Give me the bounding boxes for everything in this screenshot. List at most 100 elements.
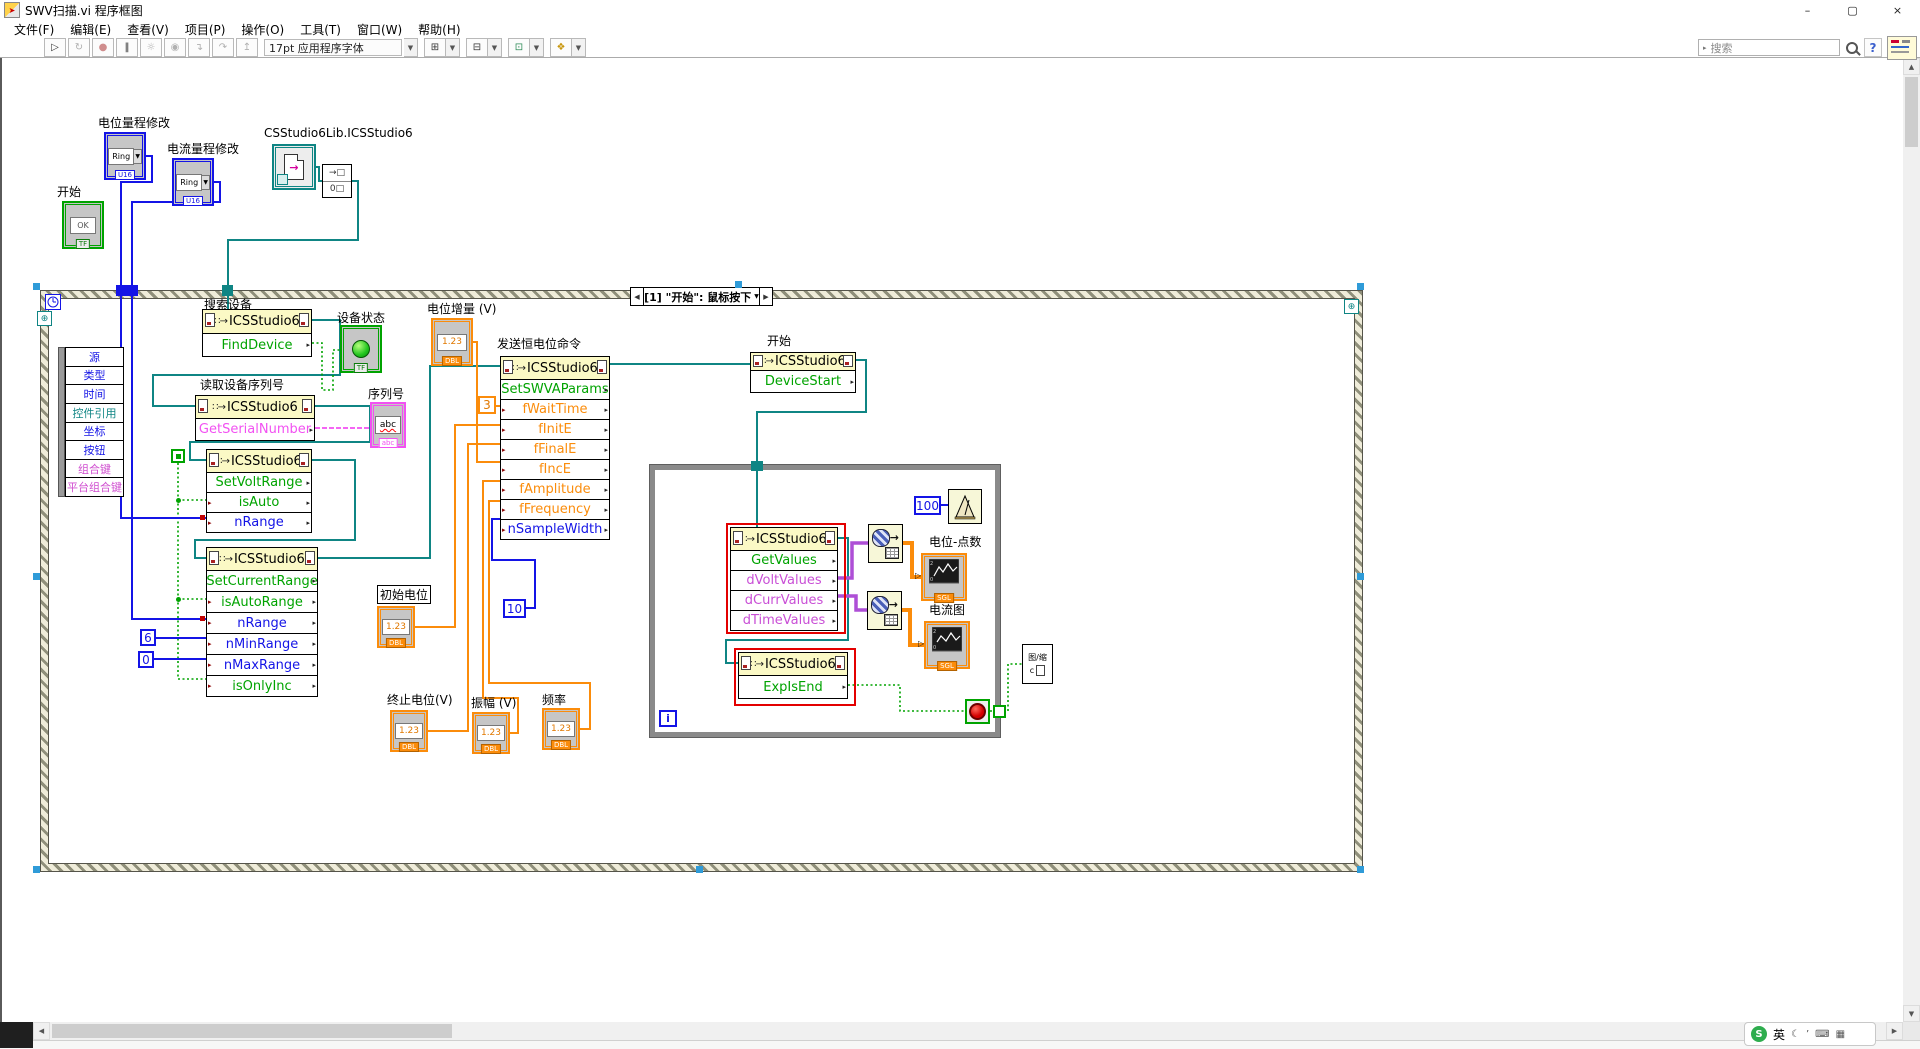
method-row[interactable]: SetVoltRange	[207, 472, 311, 492]
timeout-terminal-icon[interactable]	[45, 294, 61, 310]
serial-number-indicator[interactable]: abc abc	[370, 402, 406, 448]
distribute-objects-dropdown[interactable]: ⊟	[466, 38, 488, 57]
param-row[interactable]: nRange	[207, 612, 317, 633]
menu-tools[interactable]: 工具(T)	[292, 20, 349, 39]
event-data-item[interactable]: 时间	[66, 384, 123, 403]
amplitude-control[interactable]: 1.23 DBL	[472, 712, 510, 754]
invoke-node-get-values[interactable]: ∷→ICSStudio6 GetValues dVoltValues dCurr…	[730, 527, 838, 631]
ime-toolbox-icon[interactable]: ▦	[1836, 1029, 1845, 1040]
constant-min-range[interactable]: 6	[140, 629, 156, 646]
reorder-caret-icon[interactable]: ▼	[572, 38, 586, 57]
constant-sample-width[interactable]: 10	[503, 599, 526, 618]
minimize-button[interactable]: –	[1785, 0, 1830, 20]
resize-objects-dropdown[interactable]: ⊡	[508, 38, 530, 57]
param-row[interactable]: fFinalE	[501, 439, 609, 459]
method-row[interactable]: FindDevice	[203, 333, 311, 356]
method-row[interactable]: SetSWVAParams	[501, 379, 609, 399]
constant-wait[interactable]: 3	[478, 396, 496, 414]
param-row[interactable]: dVoltValues	[731, 570, 837, 590]
ime-language-indicator[interactable]: 英	[1773, 1026, 1785, 1043]
pause-button[interactable]: ‖	[116, 38, 138, 57]
param-row[interactable]: dTimeValues	[731, 610, 837, 630]
horizontal-scroll-thumb[interactable]	[52, 1024, 452, 1038]
selection-handle[interactable]	[735, 281, 742, 288]
close-button[interactable]: ×	[1875, 0, 1920, 20]
method-row[interactable]: GetValues	[731, 550, 837, 570]
graph-terminal-voltage[interactable]: ▷ 20 SGL	[921, 553, 967, 601]
event-data-item[interactable]: 坐标	[66, 422, 123, 441]
selection-handle[interactable]	[33, 573, 40, 580]
param-row[interactable]: nMinRange	[207, 633, 317, 654]
class-open-reference-node[interactable]: →□ 0□	[322, 164, 352, 198]
ime-punctuation-icon[interactable]: ’	[1806, 1029, 1809, 1040]
selection-handle[interactable]	[1357, 866, 1364, 873]
maximize-button[interactable]: ▢	[1830, 0, 1875, 20]
event-next-icon[interactable]: ▶	[759, 288, 772, 305]
event-data-item[interactable]: 控件引用	[66, 403, 123, 422]
step-into-button[interactable]: ↴	[188, 38, 210, 57]
convert-to-dynamic-data-node[interactable]: →	[868, 524, 903, 563]
menu-window[interactable]: 窗口(W)	[349, 20, 410, 39]
method-row[interactable]: GetSerialNumber	[196, 418, 314, 440]
tunnel[interactable]	[127, 285, 138, 296]
class-constant[interactable]: →	[272, 144, 316, 190]
selection-handle[interactable]	[696, 866, 703, 873]
param-row[interactable]: fWaitTime	[501, 399, 609, 419]
run-button[interactable]: ▷	[44, 38, 66, 57]
distribute-objects-caret-icon[interactable]: ▼	[488, 38, 502, 57]
invoke-node-set-volt-range[interactable]: ∷→ICSStudio6 SetVoltRange isAuto nRange	[206, 449, 312, 533]
highlight-execution-button[interactable]: ☼	[140, 38, 162, 57]
convert-to-dynamic-data-node[interactable]: →	[867, 591, 902, 630]
search-icon[interactable]	[1846, 42, 1858, 54]
loop-iteration-terminal[interactable]: i	[659, 710, 677, 727]
scroll-left-icon[interactable]: ◀	[33, 1022, 50, 1040]
event-structure-selector[interactable]: ◀ [1] "开始": 鼠标按下 ▼ ▶	[630, 287, 773, 306]
menu-edit[interactable]: 编辑(E)	[62, 20, 119, 39]
selection-handle[interactable]	[33, 283, 40, 290]
event-data-item[interactable]: 平台组合键	[66, 477, 123, 496]
run-continuous-button[interactable]: ↻	[68, 38, 90, 57]
param-row[interactable]: nSampleWidth	[501, 519, 609, 539]
method-row[interactable]: ExpIsEnd	[739, 675, 847, 698]
wait-ms-constant[interactable]: 100	[914, 496, 941, 515]
loop-boolean-tunnel[interactable]	[993, 705, 1006, 718]
ring-control-voltage-range[interactable]: Ring▼ U16	[104, 132, 146, 180]
ime-logo-icon[interactable]: S	[1751, 1026, 1767, 1042]
vertical-scroll-thumb[interactable]	[1905, 77, 1918, 147]
vi-icon[interactable]	[1887, 36, 1917, 60]
constant-max-range[interactable]: 0	[138, 651, 154, 668]
step-over-button[interactable]: ↷	[212, 38, 234, 57]
event-prev-icon[interactable]: ◀	[631, 288, 644, 305]
vertical-scrollbar[interactable]	[1903, 58, 1920, 1022]
search-input[interactable]: ▸ 搜索	[1698, 39, 1840, 56]
misc-subvi-node[interactable]: 图/缩 c	[1022, 644, 1053, 684]
help-button[interactable]: ?	[1864, 38, 1882, 57]
selection-handle[interactable]	[1357, 283, 1364, 290]
param-row[interactable]: isOnlyInc	[207, 675, 317, 696]
retain-wire-values-button[interactable]: ◉	[164, 38, 186, 57]
param-row[interactable]: nMaxRange	[207, 654, 317, 675]
loop-condition-terminal[interactable]	[965, 699, 990, 724]
event-data-item[interactable]: 按钮	[66, 440, 123, 459]
event-data-item[interactable]: 类型	[66, 366, 123, 385]
tunnel[interactable]	[222, 285, 233, 296]
final-v-control[interactable]: 1.23 DBL	[390, 710, 428, 752]
device-status-led[interactable]: TF	[340, 325, 382, 373]
reorder-dropdown[interactable]: ❖	[550, 38, 572, 57]
font-selector[interactable]: 17pt 应用程序字体	[264, 39, 402, 56]
dynamic-event-terminal-icon[interactable]: ⊕	[1344, 299, 1359, 314]
scroll-right-icon[interactable]: ▶	[1886, 1022, 1903, 1040]
param-row[interactable]: isAuto	[207, 492, 311, 512]
param-row[interactable]: dCurrValues	[731, 590, 837, 610]
method-row[interactable]: SetCurrentRange	[207, 570, 317, 591]
dynamic-event-terminal-icon[interactable]: ⊕	[37, 311, 52, 326]
frequency-control[interactable]: 1.23 DBL	[542, 708, 580, 750]
invoke-node-device-start[interactable]: ∷→ICSStudio6 DeviceStart	[750, 352, 856, 393]
v-increment-control[interactable]: 1.23 DBL	[431, 318, 473, 366]
tunnel[interactable]	[116, 285, 127, 296]
step-out-button[interactable]: ↥	[236, 38, 258, 57]
boolean-constant[interactable]	[171, 449, 185, 463]
param-row[interactable]: fInitE	[501, 419, 609, 439]
scroll-up-icon[interactable]: ▲	[1903, 58, 1920, 75]
menu-operate[interactable]: 操作(O)	[233, 20, 292, 39]
